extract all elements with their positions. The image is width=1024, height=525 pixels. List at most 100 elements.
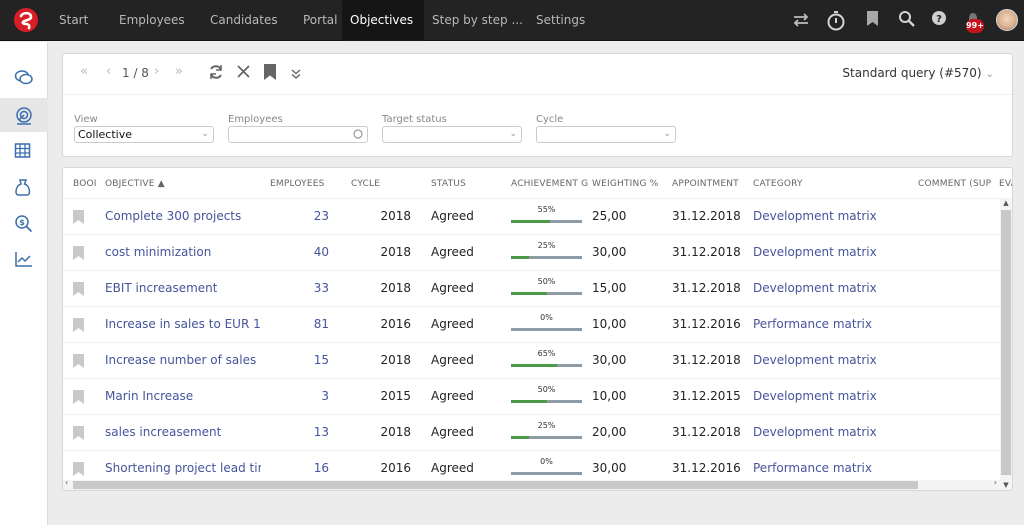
category-link[interactable]: Development matrix (753, 353, 877, 367)
refresh-icon[interactable] (208, 64, 224, 84)
sidebar-item-objectives[interactable] (0, 98, 48, 132)
category-link[interactable]: Development matrix (753, 389, 877, 403)
header-employees[interactable]: EMPLOYEES (270, 179, 325, 189)
category-link[interactable]: Development matrix (753, 425, 877, 439)
header-eva[interactable]: EVA (999, 179, 1012, 189)
table-row[interactable]: sales increasement 13 2018 Agreed 25% 20… (63, 414, 1001, 450)
nav-settings[interactable]: Settings (528, 0, 593, 41)
cycle-value: 2018 (380, 425, 411, 439)
header-bookmark[interactable]: BOOI (73, 179, 97, 189)
employees-count[interactable]: 13 (314, 425, 329, 439)
weighting-value: 25,00 (592, 209, 627, 223)
bookmark-icon[interactable] (73, 318, 84, 332)
horizontal-scroll-thumb[interactable] (73, 481, 918, 489)
objective-link[interactable]: Shortening project lead times (105, 461, 261, 475)
vertical-scrollbar[interactable]: ▲ ▼ (1000, 198, 1012, 490)
previous-page-icon[interactable]: ‹ (106, 64, 111, 79)
app-logo[interactable] (14, 8, 38, 32)
employees-count[interactable]: 15 (314, 353, 329, 367)
employees-count[interactable]: 23 (314, 209, 329, 223)
query-selector[interactable]: Standard query (#570) ⌄ (842, 66, 994, 80)
cycle-select[interactable]: ⌄ (536, 126, 676, 143)
header-weighting[interactable]: WEIGHTING % (592, 179, 658, 189)
nav-step-by-step[interactable]: Step by step ... (424, 0, 531, 41)
category-link[interactable]: Performance matrix (753, 461, 872, 475)
category-link[interactable]: Development matrix (753, 281, 877, 295)
objective-link[interactable]: cost minimization (105, 245, 211, 259)
employees-count[interactable]: 40 (314, 245, 329, 259)
table-row[interactable]: Increase number of sales 15 2018 Agreed … (63, 342, 1001, 378)
sidebar-item-money-search[interactable]: $ (0, 206, 48, 240)
header-objective[interactable]: OBJECTIVE ▲ (105, 179, 165, 189)
view-label: View (74, 114, 98, 125)
sidebar-item-bag[interactable] (0, 170, 48, 204)
header-comment[interactable]: COMMENT (SUP (918, 179, 991, 189)
switch-icon[interactable] (791, 10, 811, 30)
header-status[interactable]: STATUS (431, 179, 466, 189)
search-icon[interactable] (898, 10, 918, 30)
chevron-down-icon: ⌄ (985, 69, 994, 80)
bookmark-icon[interactable] (73, 282, 84, 296)
objective-link[interactable]: sales increasement (105, 425, 221, 439)
table-row[interactable]: EBIT increasement 33 2018 Agreed 50% 15,… (63, 270, 1001, 306)
bookmark-icon[interactable] (73, 354, 84, 368)
nav-employees[interactable]: Employees (111, 0, 193, 41)
objective-link[interactable]: Increase number of sales (105, 353, 256, 367)
scroll-left-icon[interactable]: ‹ (65, 478, 68, 487)
bookmark-icon[interactable] (73, 462, 84, 476)
sidebar-item-table[interactable] (0, 134, 48, 168)
bookmark-icon[interactable] (73, 426, 84, 440)
filter-panel: « ‹ 1 / 8 › » Standard query (#570) ⌄ Vie… (62, 53, 1013, 157)
expand-icon[interactable] (290, 65, 302, 84)
category-link[interactable]: Development matrix (753, 245, 877, 259)
scroll-up-icon[interactable]: ▲ (1000, 199, 1012, 207)
header-category[interactable]: CATEGORY (753, 179, 803, 189)
bookmark-icon[interactable] (73, 390, 84, 404)
employees-input[interactable] (228, 126, 368, 143)
target-status-select[interactable]: ⌄ (382, 126, 522, 143)
query-label: Standard query (#570) (842, 66, 982, 80)
sidebar-item-chat[interactable] (0, 61, 48, 95)
employees-count[interactable]: 81 (314, 317, 329, 331)
table-row[interactable]: Marin Increase 3 2015 Agreed 50% 10,00 3… (63, 378, 1001, 414)
view-select[interactable]: Collective ⌄ (74, 126, 214, 143)
category-link[interactable]: Performance matrix (753, 317, 872, 331)
last-page-icon[interactable]: » (175, 64, 183, 79)
employees-count[interactable]: 16 (314, 461, 329, 475)
next-page-icon[interactable]: › (154, 64, 159, 79)
bookmark-icon[interactable] (866, 10, 886, 30)
nav-objectives[interactable]: Objectives ❯ (342, 0, 424, 67)
header-appointment[interactable]: APPOINTMENT (672, 179, 739, 189)
scroll-right-icon[interactable]: › (994, 478, 997, 487)
employees-count[interactable]: 33 (314, 281, 329, 295)
objective-link[interactable]: EBIT increasement (105, 281, 217, 295)
first-page-icon[interactable]: « (80, 64, 88, 79)
close-icon[interactable] (236, 64, 251, 83)
avatar[interactable] (996, 9, 1018, 31)
scroll-down-icon[interactable]: ▼ (1000, 481, 1012, 489)
employees-count[interactable]: 3 (321, 389, 329, 403)
nav-portal[interactable]: Portal (295, 0, 345, 41)
objective-link[interactable]: Complete 300 projects (105, 209, 241, 223)
table-row[interactable]: cost minimization 40 2018 Agreed 25% 30,… (63, 234, 1001, 270)
horizontal-scrollbar[interactable]: ‹ › (63, 478, 1001, 490)
bookmark-icon[interactable] (264, 64, 276, 84)
table-row[interactable]: Complete 300 projects 23 2018 Agreed 55%… (63, 198, 1001, 234)
stopwatch-icon[interactable] (826, 10, 846, 31)
objective-link[interactable]: Marin Increase (105, 389, 193, 403)
bookmark-icon[interactable] (73, 246, 84, 260)
status-value: Agreed (431, 245, 474, 259)
bookmark-icon[interactable] (73, 210, 84, 224)
objective-link[interactable]: Increase in sales to EUR 100 n (105, 317, 261, 331)
nav-candidates[interactable]: Candidates (202, 0, 286, 41)
table-row[interactable]: Increase in sales to EUR 100 n 81 2016 A… (63, 306, 1001, 342)
sidebar-item-chart[interactable] (0, 242, 48, 276)
header-cycle[interactable]: CYCLE (351, 179, 380, 189)
nav-start[interactable]: Start (51, 0, 96, 41)
search-icon[interactable] (353, 129, 363, 145)
help-icon[interactable]: ? (931, 10, 951, 30)
category-link[interactable]: Development matrix (753, 209, 877, 223)
achievement-progress: 50% (511, 277, 582, 297)
header-achievement[interactable]: ACHIEVEMENT G (511, 179, 588, 189)
vertical-scroll-thumb[interactable] (1001, 210, 1011, 475)
